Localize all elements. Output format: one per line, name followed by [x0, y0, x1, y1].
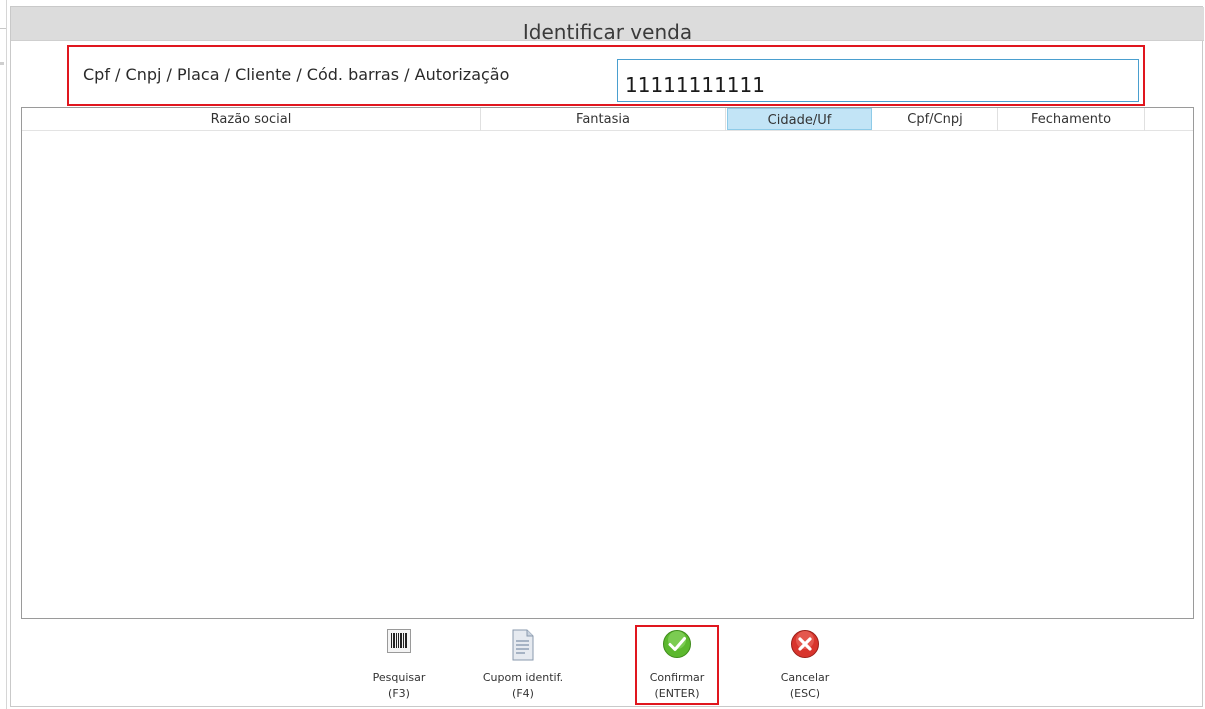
- search-row: Cpf / Cnpj / Placa / Cliente / Cód. barr…: [67, 45, 1145, 106]
- window-edge-tick: [0, 28, 6, 29]
- coupon-button[interactable]: Cupom identif. (F4): [481, 627, 565, 700]
- coupon-button-label: Cupom identif. (F4): [482, 671, 564, 700]
- window-edge-line: [6, 0, 7, 709]
- search-input[interactable]: [617, 59, 1139, 102]
- column-header-cidade-uf[interactable]: Cidade/Uf: [727, 108, 872, 130]
- background-window-edge: [0, 0, 10, 709]
- barcode-icon: [387, 629, 411, 657]
- results-grid[interactable]: Razão social Fantasia Cidade/Uf Cpf/Cnpj…: [21, 107, 1194, 619]
- column-header-cpf-cnpj[interactable]: Cpf/Cnpj: [873, 108, 998, 131]
- confirm-button[interactable]: Confirmar (ENTER): [635, 625, 719, 705]
- identify-sale-dialog: Identificar venda Cpf / Cnpj / Placa / C…: [10, 6, 1204, 707]
- button-bar: Pesquisar (F3) Cupom identif. (F4) Confi…: [11, 619, 1204, 707]
- column-header-fantasia[interactable]: Fantasia: [481, 108, 726, 131]
- search-button-label: Pesquisar (F3): [372, 671, 426, 700]
- check-icon: [662, 629, 692, 663]
- window-edge-tick: [0, 62, 4, 65]
- column-header-fechamento[interactable]: Fechamento: [998, 108, 1145, 131]
- dialog-title: Identificar venda: [522, 20, 693, 44]
- close-icon: [790, 629, 820, 663]
- search-label: Cpf / Cnpj / Placa / Cliente / Cód. barr…: [83, 65, 510, 84]
- grid-header: Razão social Fantasia Cidade/Uf Cpf/Cnpj…: [22, 108, 1193, 131]
- cancel-button[interactable]: Cancelar (ESC): [763, 627, 847, 700]
- column-header-razao-social[interactable]: Razão social: [22, 108, 481, 131]
- confirm-button-label: Confirmar (ENTER): [649, 671, 705, 700]
- document-icon: [512, 629, 534, 665]
- search-button[interactable]: Pesquisar (F3): [357, 627, 441, 700]
- cancel-button-label: Cancelar (ESC): [780, 671, 830, 700]
- dialog-titlebar: Identificar venda: [11, 7, 1204, 44]
